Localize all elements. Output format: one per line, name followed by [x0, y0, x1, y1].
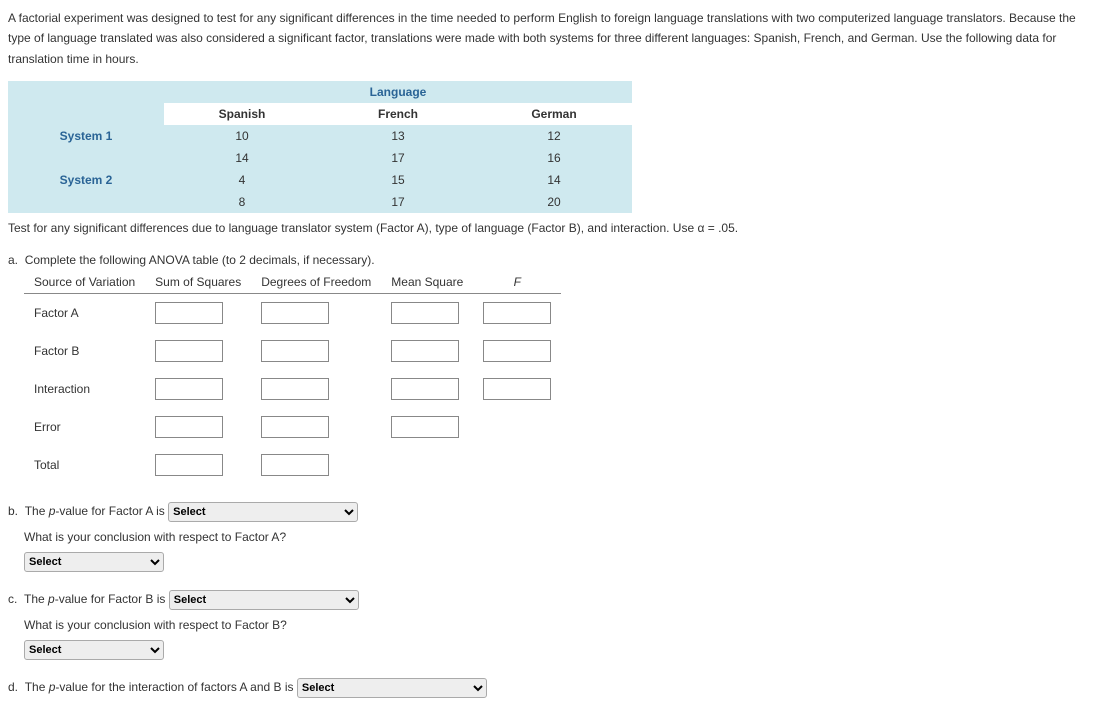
row-label-system2: System 2: [8, 169, 164, 191]
part-d-text-mid: -value for the interaction of factors A …: [55, 680, 293, 694]
data-cell: 17: [320, 191, 476, 213]
data-cell: 8: [164, 191, 320, 213]
part-b-question: What is your conclusion with respect to …: [24, 530, 1085, 544]
anova-row-factor-b: Factor B: [24, 332, 145, 370]
anova-header-ss: Sum of Squares: [145, 271, 251, 294]
input-factor-a-f[interactable]: [483, 302, 551, 324]
input-factor-a-ms[interactable]: [391, 302, 459, 324]
part-c-question: What is your conclusion with respect to …: [24, 618, 1085, 632]
part-c-p: p: [48, 592, 55, 606]
col-header-german: German: [476, 103, 632, 125]
data-cell: 17: [320, 147, 476, 169]
anova-table: Source of Variation Sum of Squares Degre…: [24, 271, 561, 484]
anova-header-f: F: [473, 271, 561, 294]
problem-intro: A factorial experiment was designed to t…: [8, 8, 1085, 69]
part-b-text-pre: The: [25, 504, 49, 518]
part-c-text-mid: -value for Factor B is: [55, 592, 166, 606]
row-label-system1: System 1: [8, 125, 164, 147]
part-c-text-pre: The: [24, 592, 48, 606]
anova-row-error: Error: [24, 408, 145, 446]
col-header-french: French: [320, 103, 476, 125]
data-cell: 14: [164, 147, 320, 169]
test-instruction: Test for any significant differences due…: [8, 221, 1085, 235]
input-error-df[interactable]: [261, 416, 329, 438]
part-a-prompt: Complete the following ANOVA table (to 2…: [25, 253, 375, 267]
input-error-ss[interactable]: [155, 416, 223, 438]
data-cell: 12: [476, 125, 632, 147]
anova-row-factor-a: Factor A: [24, 294, 145, 333]
data-cell: 4: [164, 169, 320, 191]
table-superheader: Language: [320, 81, 476, 103]
data-cell: 15: [320, 169, 476, 191]
input-interaction-ss[interactable]: [155, 378, 223, 400]
anova-header-ms: Mean Square: [381, 271, 473, 294]
input-factor-b-f[interactable]: [483, 340, 551, 362]
input-factor-b-ss[interactable]: [155, 340, 223, 362]
table-empty-cell: [8, 81, 164, 103]
select-conclusion-factor-b[interactable]: Select: [24, 640, 164, 660]
select-pvalue-interaction[interactable]: Select: [297, 678, 487, 698]
anova-row-total: Total: [24, 446, 145, 484]
data-table: Language Spanish French German System 1 …: [8, 81, 632, 213]
input-total-df[interactable]: [261, 454, 329, 476]
anova-row-interaction: Interaction: [24, 370, 145, 408]
input-factor-b-ms[interactable]: [391, 340, 459, 362]
data-cell: 14: [476, 169, 632, 191]
table-empty-cell: [8, 103, 164, 125]
input-factor-a-ss[interactable]: [155, 302, 223, 324]
table-empty-cell: [476, 81, 632, 103]
data-cell: 16: [476, 147, 632, 169]
part-b-text-mid: -value for Factor A is: [55, 504, 164, 518]
table-empty-cell: [164, 81, 320, 103]
part-d-text-pre: The: [25, 680, 49, 694]
input-factor-b-df[interactable]: [261, 340, 329, 362]
select-pvalue-factor-b[interactable]: Select: [169, 590, 359, 610]
input-error-ms[interactable]: [391, 416, 459, 438]
data-cell: 20: [476, 191, 632, 213]
select-conclusion-factor-a[interactable]: Select: [24, 552, 164, 572]
data-cell: 13: [320, 125, 476, 147]
select-pvalue-factor-a[interactable]: Select: [168, 502, 358, 522]
input-interaction-f[interactable]: [483, 378, 551, 400]
anova-header-source: Source of Variation: [24, 271, 145, 294]
row-label-blank: [8, 191, 164, 213]
row-label-blank: [8, 147, 164, 169]
input-total-ss[interactable]: [155, 454, 223, 476]
data-cell: 10: [164, 125, 320, 147]
input-factor-a-df[interactable]: [261, 302, 329, 324]
input-interaction-df[interactable]: [261, 378, 329, 400]
anova-header-df: Degrees of Freedom: [251, 271, 381, 294]
input-interaction-ms[interactable]: [391, 378, 459, 400]
col-header-spanish: Spanish: [164, 103, 320, 125]
